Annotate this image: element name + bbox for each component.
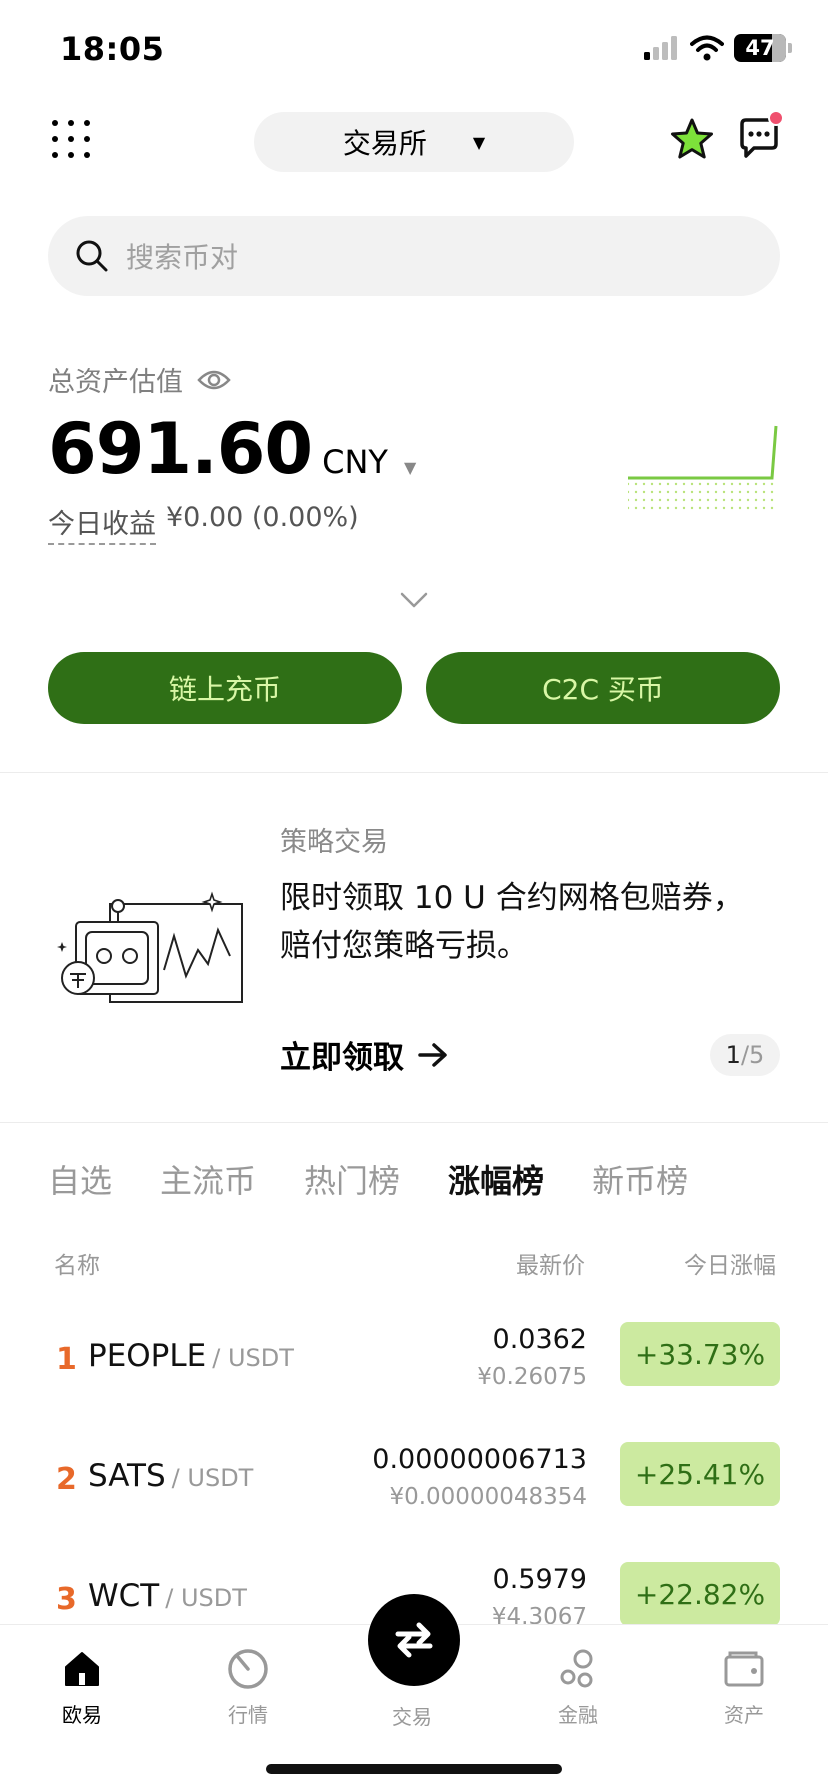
screen: 18:05 47 交易所 ▼ 搜索币对 总资产估值 691.60 CNY ▼ 今…	[0, 0, 828, 1792]
home-indicator	[266, 1764, 562, 1774]
tab-mainstream[interactable]: 主流币	[160, 1156, 256, 1202]
tab-bar-assets[interactable]: 资产	[694, 1647, 794, 1728]
exchange-selector-label: 交易所	[342, 127, 427, 160]
status-bar: 18:05 47	[0, 0, 828, 100]
row-change-badge[interactable]: +25.41%	[620, 1442, 780, 1506]
promo-tag: 策略交易	[280, 827, 388, 858]
market-row[interactable]: 2 SATS / USDT 0.00000006713 ¥0.000000483…	[0, 1422, 828, 1522]
battery-icon: 47	[734, 34, 786, 62]
status-icons: 47	[644, 34, 792, 62]
currency-caret-icon[interactable]: ▼	[404, 458, 416, 477]
battery-nub	[788, 43, 792, 53]
promo-pager: 1 /5	[710, 1034, 780, 1076]
row-base-asset: WCT	[88, 1578, 160, 1614]
row-change-badge[interactable]: +22.82%	[620, 1562, 780, 1626]
tab-bar-home[interactable]: 欧易	[32, 1647, 132, 1728]
status-time: 18:05	[60, 30, 165, 68]
tab-watchlist[interactable]: 自选	[48, 1156, 112, 1202]
row-quote-asset: / USDT	[212, 1344, 294, 1372]
swap-arrows-icon	[395, 1622, 433, 1658]
tab-bar-home-label: 欧易	[62, 1703, 102, 1727]
today-pnl-label[interactable]: 今日收益	[48, 502, 156, 545]
tab-bar-finance-label: 金融	[558, 1703, 598, 1727]
promo-text: 限时领取 10 U 合约网格包赔券，赔付您策略亏损。	[280, 880, 744, 964]
total-assets-value-row: 691.60 CNY ▼	[48, 408, 416, 490]
total-assets-label-row: 总资产估值	[48, 360, 231, 399]
row-price-cny: ¥0.26075	[477, 1364, 587, 1390]
row-last-price: 0.0362	[492, 1324, 587, 1355]
markets-gauge-icon	[228, 1649, 268, 1689]
tab-new-listings[interactable]: 新币榜	[592, 1156, 688, 1202]
cellular-signal-icon	[644, 36, 677, 60]
assets-sparkline	[628, 425, 778, 514]
strategy-bot-illustration	[57, 891, 243, 1003]
tab-bar-assets-label: 资产	[724, 1703, 764, 1727]
caret-down-icon: ▼	[472, 132, 486, 152]
total-assets-label: 总资产估值	[48, 367, 183, 398]
trade-button[interactable]	[368, 1594, 460, 1686]
divider	[0, 772, 828, 773]
row-rank: 1	[56, 1342, 77, 1377]
c2c-buy-button[interactable]: C2C 买币	[426, 652, 780, 724]
search-input[interactable]: 搜索币对	[48, 216, 780, 296]
expand-chevron-icon[interactable]	[398, 588, 430, 612]
column-header-name[interactable]: 名称	[54, 1246, 100, 1280]
row-pair: WCT / USDT	[88, 1578, 247, 1614]
promo-cta-link[interactable]: 立即领取	[280, 1032, 448, 1077]
column-header-change[interactable]: 今日涨幅	[684, 1246, 776, 1280]
wifi-icon	[690, 35, 724, 61]
arrow-right-icon	[418, 1042, 447, 1067]
menu-grid-icon[interactable]	[52, 120, 92, 160]
eye-icon[interactable]	[197, 368, 231, 392]
assets-currency[interactable]: CNY	[322, 443, 388, 481]
row-rank: 3	[56, 1582, 77, 1617]
pager-total: /5	[740, 1041, 765, 1069]
today-pnl-row: 今日收益 ¥0.00 (0.00%)	[48, 502, 359, 545]
row-quote-asset: / USDT	[165, 1584, 247, 1612]
tab-bar-markets-label: 行情	[228, 1703, 268, 1727]
tab-bar-trade-label: 交易	[392, 1705, 432, 1729]
battery-level: 47	[745, 36, 775, 60]
row-pair: SATS / USDT	[88, 1458, 253, 1494]
tab-gainers[interactable]: 涨幅榜	[448, 1156, 544, 1202]
row-last-price: 0.5979	[492, 1564, 587, 1595]
row-pair: PEOPLE / USDT	[88, 1338, 294, 1374]
tab-bar-finance[interactable]: 金融	[528, 1647, 628, 1728]
wallet-icon	[724, 1651, 764, 1687]
pager-current: 1	[725, 1041, 741, 1069]
row-base-asset: PEOPLE	[88, 1338, 207, 1374]
onchain-deposit-button[interactable]: 链上充币	[48, 652, 402, 724]
market-row[interactable]: 1 PEOPLE / USDT 0.0362 ¥0.26075 +33.73%	[0, 1302, 828, 1402]
row-base-asset: SATS	[88, 1458, 166, 1494]
tab-bar-markets[interactable]: 行情	[198, 1647, 298, 1728]
home-icon	[65, 1652, 99, 1686]
row-change-badge[interactable]: +33.73%	[620, 1322, 780, 1386]
header: 交易所 ▼	[0, 110, 828, 174]
row-last-price: 0.00000006713	[372, 1444, 587, 1475]
notification-dot	[768, 110, 784, 126]
row-rank: 2	[56, 1462, 77, 1497]
today-pnl-value: ¥0.00 (0.00%)	[166, 502, 359, 533]
favorite-star-icon[interactable]	[668, 116, 716, 164]
row-quote-asset: / USDT	[171, 1464, 254, 1492]
tab-hot[interactable]: 热门榜	[304, 1156, 400, 1202]
divider	[0, 1122, 828, 1123]
market-tabs: 自选 主流币 热门榜 涨幅榜 新币榜	[48, 1156, 688, 1202]
total-assets-value: 691.60	[48, 408, 313, 490]
finance-bubbles-icon	[560, 1649, 593, 1688]
promo-cta-label: 立即领取	[280, 1040, 404, 1076]
row-price-cny: ¥0.00000048354	[389, 1484, 587, 1510]
exchange-selector[interactable]: 交易所 ▼	[254, 112, 574, 172]
search-icon	[76, 240, 108, 272]
search-placeholder: 搜索币对	[126, 241, 239, 274]
column-header-price[interactable]: 最新价	[516, 1246, 585, 1280]
